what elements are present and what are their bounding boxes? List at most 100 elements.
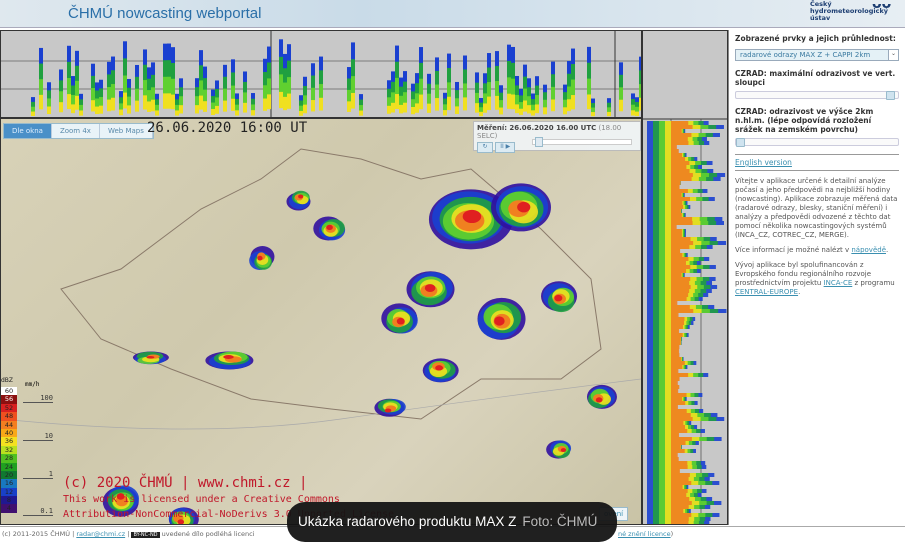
- radar-echo: [671, 129, 682, 133]
- radar-echo: [347, 101, 351, 112]
- legend-swatch: 12: [1, 487, 17, 497]
- radar-echo: [671, 305, 690, 309]
- radar-echo: [319, 97, 323, 111]
- radar-echo: [671, 405, 678, 409]
- cappi-opacity-slider[interactable]: [735, 138, 899, 147]
- radar-echo: [554, 294, 563, 302]
- time-slider-handle[interactable]: [535, 137, 543, 147]
- radar-echo: [671, 237, 691, 241]
- measurement-label: Měření:: [477, 124, 508, 132]
- layer-select[interactable]: radarové odrazy MAX Z + CAPPI 2km ⌄: [735, 49, 899, 61]
- radar-echo: [463, 97, 467, 111]
- radar-echo: [263, 98, 267, 111]
- radar-echo: [671, 249, 681, 253]
- app-title: ČHMÚ nowcasting webportal: [68, 5, 262, 22]
- footer-end: né znění licence): [618, 530, 673, 538]
- radar-echo: [671, 261, 686, 265]
- radar-echo: [399, 104, 403, 114]
- radar-echo: [671, 321, 685, 325]
- help-link[interactable]: nápovědě: [851, 246, 886, 254]
- radar-map[interactable]: Dle okna Zoom 4x Web Maps 26.06.2020 16:…: [0, 118, 642, 525]
- radar-echo: [587, 94, 591, 110]
- radar-echo: [671, 289, 690, 293]
- radar-echo: [671, 161, 690, 165]
- radar-echo: [567, 99, 571, 112]
- radar-echo: [163, 93, 167, 109]
- radar-echo: [143, 95, 147, 110]
- radar-echo: [531, 110, 535, 116]
- legend-swatch: 8: [1, 496, 17, 505]
- radar-echo: [671, 357, 682, 361]
- maxz-label: CZRAD: maximální odrazivost ve vert. slo…: [735, 69, 896, 87]
- maxz-opacity-slider[interactable]: [735, 91, 899, 100]
- radar-echo: [517, 201, 531, 213]
- radar-echo: [671, 325, 683, 329]
- radar-echo: [135, 100, 139, 112]
- radar-echo: [671, 177, 692, 181]
- radar-echo: [671, 509, 684, 513]
- radar-echo: [671, 217, 693, 221]
- radar-echo: [299, 110, 303, 116]
- radar-echo: [387, 105, 391, 114]
- radar-echo: [671, 441, 686, 445]
- legend-swatch: 28: [1, 454, 17, 463]
- funding-end: .: [798, 288, 801, 296]
- maxz-slider-handle[interactable]: [886, 91, 895, 100]
- radar-echo: [79, 110, 83, 116]
- radar-echo: [298, 194, 304, 199]
- radar-echo: [671, 301, 678, 305]
- time-slider[interactable]: [532, 137, 632, 147]
- radar-echo: [147, 101, 151, 112]
- radar-echo: [671, 165, 687, 169]
- email-link[interactable]: radar@chmi.cz: [76, 530, 125, 538]
- play-pause-button[interactable]: II ▶: [495, 142, 516, 153]
- right-profile-chart: [643, 118, 727, 524]
- radar-echo: [479, 111, 483, 117]
- radar-echo: [671, 141, 689, 145]
- radar-echo: [631, 110, 635, 116]
- radar-echo: [671, 173, 693, 177]
- english-version-link[interactable]: English version: [735, 158, 792, 167]
- radar-echo: [151, 99, 155, 112]
- radar-echo: [155, 110, 159, 116]
- radar-echo: [671, 401, 686, 405]
- radar-echo: [507, 93, 511, 109]
- radar-echo: [671, 385, 680, 389]
- radar-echo: [563, 107, 567, 115]
- radar-echo: [671, 153, 683, 157]
- radar-echo: [671, 277, 691, 281]
- fit-window-button[interactable]: Dle okna: [4, 124, 52, 138]
- radar-echo: [671, 225, 677, 229]
- radar-echo: [419, 94, 423, 110]
- radar-echo: [111, 97, 115, 111]
- central-europe-link[interactable]: CENTRAL-EUROPE: [735, 288, 798, 296]
- radar-echo: [267, 94, 271, 110]
- radar-echo: [511, 94, 515, 110]
- inca-ce-link[interactable]: INCA-CE: [824, 279, 853, 287]
- web-maps-button[interactable]: Web Maps: [100, 124, 153, 138]
- radar-echo: [671, 521, 689, 524]
- radar-echo: [671, 437, 692, 441]
- radar-echo: [177, 519, 185, 524]
- radar-echo: [351, 92, 355, 109]
- legend-swatch: 56: [1, 395, 17, 404]
- radar-echo: [171, 94, 175, 110]
- radar-echo: [671, 457, 679, 461]
- full-license-link[interactable]: né znění licence: [618, 530, 671, 538]
- radar-echo: [671, 185, 680, 189]
- radar-echo: [671, 293, 689, 297]
- radar-echo: [215, 105, 219, 114]
- radar-echo: [671, 429, 688, 433]
- radar-echo: [223, 354, 234, 359]
- radar-echo: [326, 224, 333, 231]
- legend-swatch: 4: [1, 504, 17, 513]
- cappi-slider-handle[interactable]: [736, 138, 745, 147]
- top-profile-chart: [1, 31, 641, 117]
- radar-echo: [47, 106, 51, 115]
- radar-echo: [671, 389, 679, 393]
- cc-license-badge[interactable]: BY-NC-ND: [131, 532, 160, 538]
- reload-icon[interactable]: ↻: [477, 142, 493, 153]
- zoom-4x-button[interactable]: Zoom 4x: [52, 124, 100, 138]
- radar-echo: [487, 96, 491, 111]
- radar-echo: [59, 102, 63, 113]
